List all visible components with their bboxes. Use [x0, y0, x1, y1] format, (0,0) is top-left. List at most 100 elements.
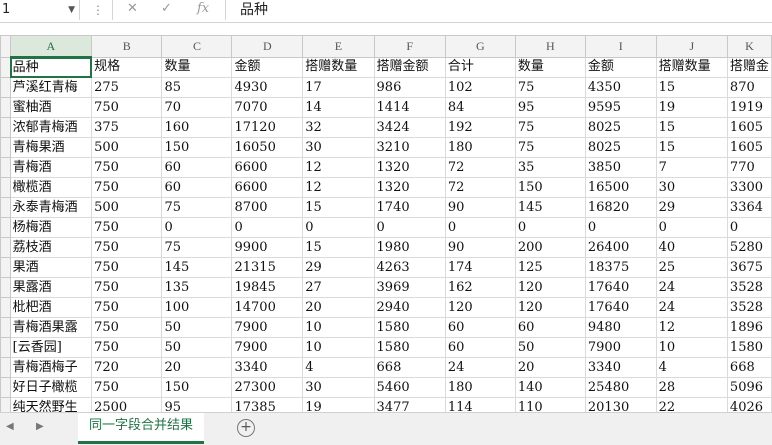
cell[interactable]: 6600	[231, 177, 304, 198]
cell[interactable]: 1580	[373, 317, 446, 338]
cell[interactable]: 29	[302, 257, 375, 278]
row-header[interactable]	[0, 197, 11, 218]
cell[interactable]: 500	[91, 137, 163, 158]
cell[interactable]: 500	[91, 197, 163, 218]
cell[interactable]: 750	[91, 317, 163, 338]
cell[interactable]: 15	[655, 77, 728, 98]
scroll-left-icon[interactable]: ◀	[6, 421, 14, 432]
cell[interactable]: 3340	[584, 357, 657, 378]
cell[interactable]: 12	[302, 177, 375, 198]
cell[interactable]: 140	[514, 377, 586, 398]
cell[interactable]: 145	[161, 257, 233, 278]
column-header[interactable]: J	[655, 35, 728, 58]
cell[interactable]: 27	[302, 277, 375, 298]
cell[interactable]: 60	[161, 157, 233, 178]
cell[interactable]: 15	[655, 137, 728, 158]
cell[interactable]: 7900	[584, 337, 657, 358]
cell[interactable]: 1919	[726, 97, 772, 118]
cell[interactable]: 9900	[231, 237, 304, 258]
cell[interactable]: 50	[514, 337, 586, 358]
cell[interactable]: 750	[91, 297, 163, 318]
column-header[interactable]: I	[584, 35, 657, 58]
row-header[interactable]	[0, 277, 11, 298]
cell[interactable]: 9480	[584, 317, 657, 338]
cell[interactable]: 275	[91, 77, 163, 98]
cell[interactable]: 1414	[373, 97, 446, 118]
cell[interactable]: 375	[91, 117, 163, 138]
cell[interactable]: 25480	[584, 377, 657, 398]
cell[interactable]: 150	[514, 177, 586, 198]
cell[interactable]: 50	[161, 317, 233, 338]
cell[interactable]: 15	[302, 197, 375, 218]
row-header[interactable]	[0, 77, 11, 98]
cell[interactable]: 5460	[373, 377, 446, 398]
cell[interactable]: 84	[444, 97, 516, 118]
row-header[interactable]	[0, 117, 11, 138]
cell[interactable]: 750	[91, 337, 163, 358]
cell[interactable]: 750	[91, 97, 163, 118]
cell[interactable]: 14	[302, 97, 375, 118]
cell[interactable]: 870	[726, 77, 772, 98]
cell[interactable]: 6600	[231, 157, 304, 178]
cell[interactable]: 3850	[584, 157, 657, 178]
cell[interactable]: 橄榄酒	[9, 177, 93, 198]
row-header[interactable]	[0, 357, 11, 378]
column-header[interactable]: F	[373, 35, 446, 58]
scroll-right-icon[interactable]: ▶	[36, 421, 44, 432]
cell[interactable]: 8700	[231, 197, 304, 218]
cell[interactable]: 20	[302, 297, 375, 318]
more-options-icon[interactable]: ⋮	[92, 3, 104, 17]
cell[interactable]: 30	[655, 177, 728, 198]
cell[interactable]: 15	[655, 117, 728, 138]
cell[interactable]: 品种	[9, 56, 93, 78]
cell[interactable]: 荔枝酒	[9, 237, 93, 258]
cell[interactable]: 1740	[373, 197, 446, 218]
cell[interactable]: 29	[655, 197, 728, 218]
cell[interactable]: 0	[726, 217, 772, 238]
cell[interactable]: 75	[514, 117, 586, 138]
cell[interactable]: 7900	[231, 337, 304, 358]
cell[interactable]: 75	[514, 77, 586, 98]
cell[interactable]: 0	[302, 217, 375, 238]
cell[interactable]: 14700	[231, 297, 304, 318]
cell[interactable]: 120	[444, 297, 516, 318]
cell[interactable]: 数量	[161, 56, 233, 78]
cell[interactable]: 30	[302, 137, 375, 158]
cell[interactable]: 0	[655, 217, 728, 238]
cell[interactable]: 8025	[584, 117, 657, 138]
cell[interactable]: 5280	[726, 237, 772, 258]
cell[interactable]: 3969	[373, 277, 446, 298]
cell[interactable]: 青梅酒梅子	[9, 357, 93, 378]
cell[interactable]: 12	[302, 157, 375, 178]
cell[interactable]: 1605	[726, 117, 772, 138]
cell[interactable]: 2940	[373, 297, 446, 318]
cell[interactable]: 32	[302, 117, 375, 138]
cell[interactable]: 青梅酒果露	[9, 317, 93, 338]
row-header[interactable]	[0, 137, 11, 158]
cell[interactable]: 1605	[726, 137, 772, 158]
cell[interactable]: 100	[161, 297, 233, 318]
cell[interactable]: 0	[373, 217, 446, 238]
cell[interactable]: 125	[514, 257, 586, 278]
cell[interactable]: 永泰青梅酒	[9, 197, 93, 218]
cell[interactable]: 搭赠金额	[373, 56, 446, 78]
column-header[interactable]: E	[302, 35, 375, 58]
column-header[interactable]: D	[231, 35, 304, 58]
cell[interactable]: 162	[444, 277, 516, 298]
formula-input[interactable]: 品种	[240, 0, 268, 20]
cell[interactable]: 150	[161, 137, 233, 158]
cell[interactable]: 4350	[584, 77, 657, 98]
cell[interactable]: 720	[91, 357, 163, 378]
cell[interactable]: 16820	[584, 197, 657, 218]
cell[interactable]: 21315	[231, 257, 304, 278]
cell[interactable]: 5096	[726, 377, 772, 398]
cell[interactable]: 145	[514, 197, 586, 218]
cell[interactable]: 8025	[584, 137, 657, 158]
cell[interactable]: 770	[726, 157, 772, 178]
cell[interactable]: 12	[655, 317, 728, 338]
cell[interactable]: 750	[91, 277, 163, 298]
cell[interactable]: 芦溪红青梅	[9, 77, 93, 98]
cell[interactable]: 1580	[373, 337, 446, 358]
cell[interactable]: 72	[444, 177, 516, 198]
cancel-icon[interactable]: ✕	[127, 1, 138, 16]
